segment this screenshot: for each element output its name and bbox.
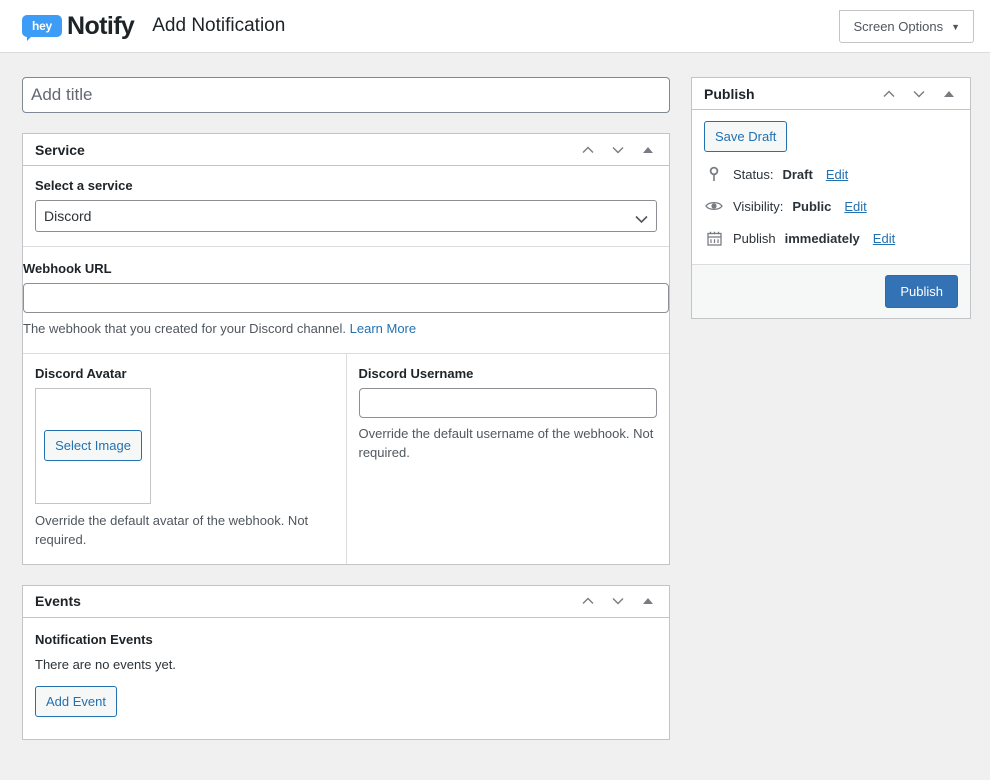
move-down-icon[interactable]: [609, 591, 627, 611]
chevron-down-icon: ▼: [951, 21, 960, 32]
publish-panel-title: Publish: [704, 85, 755, 102]
publish-panel-header: Publish: [692, 78, 970, 110]
avatar-preview-box: Select Image: [35, 387, 151, 504]
avatar-username-row: Discord Avatar Select Image Override the…: [23, 352, 670, 564]
service-select-wrapper: Discord: [35, 200, 657, 232]
page-body: Service Select a service Discord: [0, 53, 990, 760]
schedule-row: Publish immediately Edit: [704, 222, 958, 254]
schedule-label: Publish: [733, 230, 776, 246]
move-up-icon[interactable]: [880, 84, 898, 104]
service-select[interactable]: Discord: [35, 200, 657, 232]
toggle-panel-icon[interactable]: [639, 591, 657, 611]
service-panel-header: Service: [23, 134, 669, 166]
discord-avatar-label: Discord Avatar: [35, 365, 127, 381]
webhook-field-group: Webhook URL The webhook that you created…: [23, 246, 669, 339]
events-empty-text: There are no events yet.: [35, 656, 176, 672]
edit-status-link[interactable]: Edit: [826, 167, 848, 182]
screen-options-label: Screen Options: [853, 19, 944, 34]
webhook-help-text: The webhook that you created for your Di…: [23, 321, 347, 336]
pin-icon: [704, 164, 724, 184]
move-up-icon[interactable]: [579, 591, 597, 611]
status-value: Draft: [782, 166, 813, 182]
webhook-url-help: The webhook that you created for your Di…: [23, 320, 669, 339]
service-panel-actions: [579, 140, 657, 160]
visibility-label: Visibility:: [733, 198, 784, 214]
top-bar: hey Notify Add Notification Screen Optio…: [0, 0, 990, 53]
side-column: Publish Save Draft Status: Draft Edit Vi…: [691, 77, 971, 339]
webhook-url-input[interactable]: [23, 283, 669, 313]
discord-avatar-help: Override the default avatar of the webho…: [35, 512, 309, 547]
toggle-panel-icon[interactable]: [940, 84, 958, 104]
move-down-icon[interactable]: [609, 140, 627, 160]
eye-icon: [704, 196, 724, 216]
page-title: Add Notification: [152, 15, 286, 36]
discord-username-field: Discord Username Override the default us…: [347, 354, 670, 564]
discord-username-label: Discord Username: [358, 365, 474, 381]
visibility-value: Public: [792, 198, 832, 214]
notification-events-label: Notification Events: [35, 631, 153, 647]
status-row: Status: Draft Edit: [704, 158, 958, 190]
toggle-panel-icon[interactable]: [639, 140, 657, 160]
discord-username-help: Override the default username of the web…: [358, 425, 654, 460]
discord-username-input[interactable]: [358, 387, 657, 418]
service-panel: Service Select a service Discord Webhook…: [22, 133, 670, 565]
publish-panel: Publish Save Draft Status: Draft Edit Vi…: [691, 77, 971, 319]
schedule-value: immediately: [784, 230, 860, 246]
events-panel-header: Events: [23, 586, 669, 618]
move-down-icon[interactable]: [910, 84, 928, 104]
service-panel-body: Select a service Discord Webhook URL The…: [23, 166, 669, 564]
events-panel-actions: [579, 591, 657, 611]
main-column: Service Select a service Discord: [22, 77, 670, 760]
events-panel-title: Events: [35, 593, 81, 610]
webhook-url-label: Webhook URL: [23, 261, 112, 276]
service-panel-title: Service: [35, 141, 85, 158]
publish-action-bar: Publish: [692, 264, 970, 318]
brand-name: Notify: [67, 11, 135, 40]
discord-avatar-field: Discord Avatar Select Image Override the…: [23, 353, 347, 564]
edit-visibility-link[interactable]: Edit: [844, 199, 866, 214]
publish-panel-actions: [880, 84, 958, 104]
publish-panel-body: Save Draft Status: Draft Edit Visibility…: [692, 110, 970, 264]
save-draft-wrapper: Save Draft: [704, 121, 958, 152]
learn-more-link[interactable]: Learn More: [350, 321, 416, 336]
status-label: Status:: [733, 166, 774, 182]
select-service-label: Select a service: [35, 178, 133, 193]
logo-text: hey: [31, 19, 53, 33]
speech-bubble-icon: hey: [22, 15, 62, 41]
brand-logo: hey Notify: [22, 11, 135, 41]
edit-schedule-link[interactable]: Edit: [873, 231, 895, 246]
title-input[interactable]: [22, 77, 670, 113]
save-draft-button[interactable]: Save Draft: [704, 121, 788, 152]
select-image-button[interactable]: Select Image: [44, 430, 142, 462]
screen-options-button[interactable]: Screen Options ▼: [839, 10, 974, 43]
move-up-icon[interactable]: [579, 140, 597, 160]
publish-button[interactable]: Publish: [885, 275, 958, 308]
add-event-button[interactable]: Add Event: [35, 685, 117, 717]
calendar-icon: [704, 228, 724, 248]
visibility-row: Visibility: Public Edit: [704, 190, 958, 222]
events-panel-body: Notification Events There are no events …: [23, 618, 669, 739]
events-panel: Events Notification Events There are no …: [22, 584, 670, 740]
